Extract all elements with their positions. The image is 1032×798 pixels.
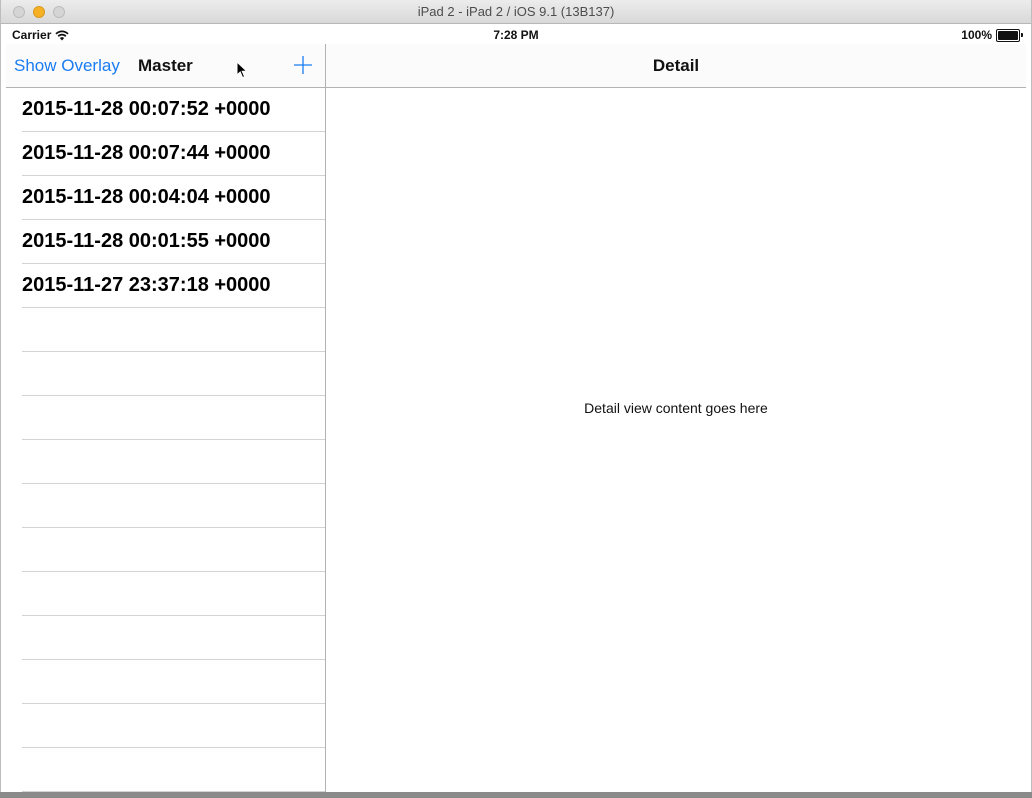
battery-indicator: 100%	[961, 28, 1023, 42]
empty-table-row	[22, 748, 325, 792]
empty-table-row	[22, 528, 325, 572]
table-row-label: 2015-11-28 00:07:52 +0000	[22, 98, 271, 120]
battery-nub	[1021, 32, 1023, 37]
detail-title: Detail	[652, 56, 700, 75]
battery-level-fill	[998, 30, 1018, 40]
show-overlay-button[interactable]: Show Overlay	[14, 56, 120, 76]
simulator-window: iPad 2 - iPad 2 / iOS 9.1 (13B137) Carri…	[0, 0, 1032, 792]
master-table[interactable]: 2015-11-28 00:07:52 +0000 2015-11-28 00:0…	[6, 88, 325, 792]
table-row-label: 2015-11-27 23:37:18 +0000	[22, 274, 271, 296]
add-item-button[interactable]	[291, 53, 315, 77]
table-row[interactable]: 2015-11-28 00:01:55 +0000	[22, 220, 325, 264]
status-time: 7:28 PM	[493, 28, 539, 42]
table-row[interactable]: 2015-11-28 00:07:52 +0000	[22, 88, 325, 132]
master-navbar: Show Overlay Master	[6, 44, 325, 88]
detail-content-label: Detail view content goes here	[584, 400, 768, 416]
empty-table-row	[22, 616, 325, 660]
window-titlebar[interactable]: iPad 2 - iPad 2 / iOS 9.1 (13B137)	[1, 0, 1031, 24]
table-row[interactable]: 2015-11-28 00:07:44 +0000	[22, 132, 325, 176]
detail-content-area: Detail view content goes here	[326, 88, 1026, 792]
mouse-pointer-icon	[236, 61, 248, 79]
table-row[interactable]: 2015-11-27 23:37:18 +0000	[22, 264, 325, 308]
battery-percent: 100%	[961, 28, 992, 42]
master-pane: Show Overlay Master 2015-11-28 00:07:52 …	[6, 44, 326, 792]
empty-table-row	[22, 704, 325, 748]
empty-table-row	[22, 572, 325, 616]
empty-table-row	[22, 308, 325, 352]
status-bar: Carrier 7:28 PM 100%	[6, 24, 1026, 44]
ipad-screen: Carrier 7:28 PM 100% Show Overlay Master	[6, 24, 1026, 792]
table-row[interactable]: 2015-11-28 00:04:04 +0000	[22, 176, 325, 220]
detail-pane: Detail Detail view content goes here	[326, 44, 1026, 792]
window-title: iPad 2 - iPad 2 / iOS 9.1 (13B137)	[417, 4, 615, 19]
empty-table-row	[22, 396, 325, 440]
empty-table-row	[22, 352, 325, 396]
table-row-label: 2015-11-28 00:07:44 +0000	[22, 142, 271, 164]
detail-navbar: Detail	[326, 44, 1026, 88]
master-title: Master	[138, 56, 193, 75]
table-row-label: 2015-11-28 00:01:55 +0000	[22, 230, 271, 252]
empty-table-row	[22, 660, 325, 704]
table-row-label: 2015-11-28 00:04:04 +0000	[22, 186, 271, 208]
empty-table-row	[22, 440, 325, 484]
empty-table-row	[22, 484, 325, 528]
battery-icon	[996, 28, 1023, 42]
